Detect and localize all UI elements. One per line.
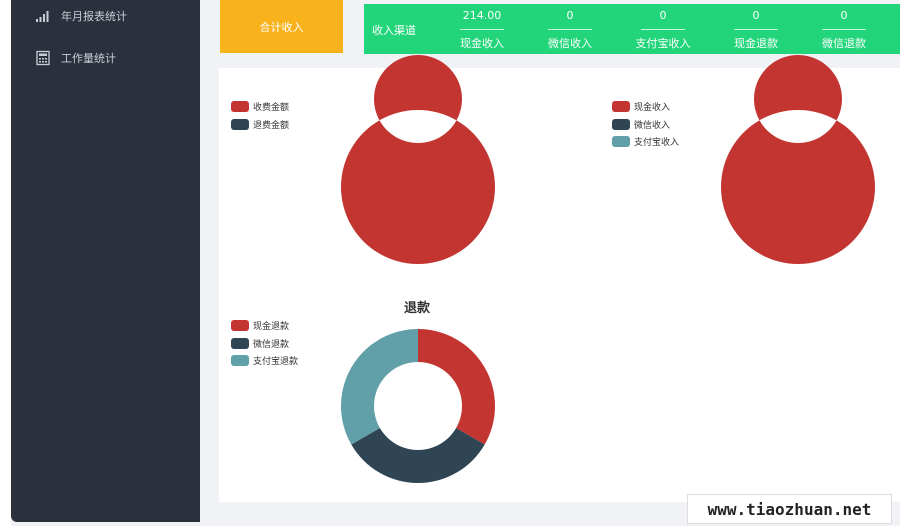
metric-divider	[822, 29, 866, 30]
metric-value: 0	[659, 9, 667, 22]
legend-label: 现金退款	[253, 322, 290, 333]
legend-label: 微信退款	[253, 339, 290, 350]
chart-title-refund: 退款	[403, 301, 430, 316]
metric-value: 0	[566, 9, 574, 22]
metric-divider	[734, 29, 778, 30]
metric-divider	[641, 29, 685, 30]
legend-channel: 现金收入 微信收入 支付宝收入	[612, 98, 679, 151]
sidebar-item-label: 年月报表统计	[61, 10, 127, 23]
sidebar: 年月报表统计 工作量统计	[11, 0, 200, 522]
legend-swatch	[231, 320, 249, 332]
donut-chart-refund	[341, 329, 495, 483]
donut-chart-channel	[720, 54, 875, 264]
legend-swatch	[231, 118, 249, 130]
left-gutter	[0, 0, 11, 526]
metric-cash-refund: 0 现金退款	[711, 7, 801, 51]
legend-item[interactable]: 支付宝收入	[612, 133, 679, 151]
metric-value: 0	[840, 9, 848, 22]
legend-label: 支付宝收入	[634, 138, 680, 149]
metric-divider	[548, 29, 592, 30]
sidebar-item-label: 工作量统计	[61, 52, 116, 65]
legend-label: 退费金额	[253, 120, 290, 131]
legend-item[interactable]: 退费金额	[231, 116, 289, 134]
metric-value: 0	[752, 9, 760, 22]
metric-cash-income: 214.00 现金收入	[437, 7, 527, 51]
donut-slice-1[interactable]	[418, 329, 495, 445]
legend-label: 现金收入	[634, 103, 671, 114]
legend-item[interactable]: 现金退款	[231, 317, 298, 335]
income-channel-title: 收入渠道	[372, 24, 416, 37]
watermark: www.tiaozhuan.net	[687, 494, 892, 524]
legend-swatch	[231, 101, 249, 113]
legend-item[interactable]: 微信收入	[612, 116, 679, 134]
sidebar-item-workload[interactable]: 工作量统计	[35, 48, 116, 68]
legend-label: 支付宝退款	[253, 357, 299, 368]
legend-label: 收费金额	[253, 103, 290, 114]
metric-divider	[460, 29, 504, 30]
legend-swatch	[612, 136, 630, 148]
legend-swatch	[612, 118, 630, 130]
donut-slice-2[interactable]	[351, 428, 485, 483]
legend-label: 微信收入	[634, 120, 671, 131]
legend-item[interactable]: 现金收入	[612, 98, 679, 116]
metric-label: 现金收入	[460, 37, 504, 50]
legend-refund: 现金退款 微信退款 支付宝退款	[231, 317, 298, 370]
legend-item[interactable]: 微信退款	[231, 335, 298, 353]
total-income-label: 合计收入	[259, 20, 304, 34]
metric-label: 现金退款	[734, 37, 778, 50]
metric-label: 微信退款	[822, 37, 866, 50]
income-channel-card: 收入渠道 214.00 现金收入 0 微信收入 0 支付宝收入 0 现金退款 0…	[364, 4, 900, 54]
donut-slice-3[interactable]	[341, 329, 418, 445]
bar-signal-icon	[35, 8, 51, 24]
metric-label: 微信收入	[548, 37, 592, 50]
legend-swatch	[231, 355, 249, 367]
donut-chart-overview	[340, 54, 495, 264]
legend-item[interactable]: 收费金额	[231, 98, 289, 116]
legend-swatch	[612, 101, 630, 113]
legend-item[interactable]: 支付宝退款	[231, 352, 298, 370]
charts-panel: 收支概况 收费金额 退费金额 收入渠道 现金收入 微信收入 支付宝收入 退款	[219, 54, 900, 502]
legend-swatch	[231, 337, 249, 349]
calculator-icon	[35, 50, 51, 66]
total-income-card: 合计收入	[220, 0, 343, 53]
metric-label: 支付宝收入	[635, 37, 691, 50]
metric-alipay-income: 0 支付宝收入	[618, 7, 708, 51]
metric-wechat-income: 0 微信收入	[525, 7, 615, 51]
legend-overview: 收费金额 退费金额	[231, 98, 289, 133]
metric-wechat-refund: 0 微信退款	[799, 7, 889, 51]
sidebar-item-monthly-report[interactable]: 年月报表统计	[35, 6, 127, 26]
metric-value: 214.00	[462, 9, 502, 22]
